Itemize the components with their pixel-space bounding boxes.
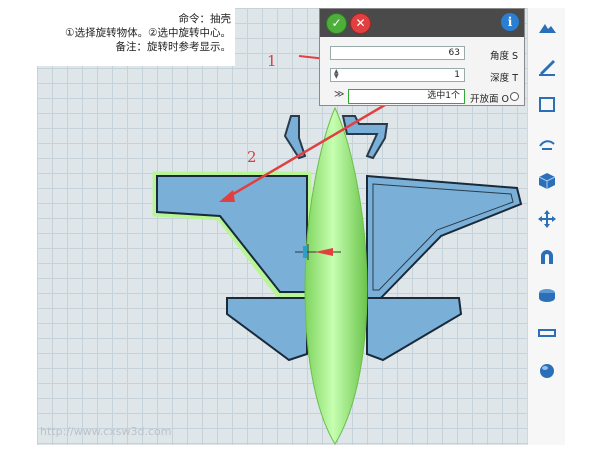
command-steps: ①选择旋转物体。②选中旋转中心。 — [65, 27, 231, 39]
open-face-row: ≫ 选中1个 开放面 O — [320, 88, 524, 106]
magnet-icon[interactable] — [534, 244, 560, 270]
open-face-label: 开放面 O — [470, 94, 509, 105]
angle-row: 63 角度 S — [320, 45, 524, 63]
annotation-label-2: 2 — [247, 148, 257, 166]
shell-command-panel: ✓ ✕ i 63 角度 S 1 ▲ ▼ 深度 T ≫ 选中1个 开放面 O — [319, 8, 525, 106]
right-toolbar — [527, 8, 565, 445]
panel-header: ✓ ✕ i — [320, 9, 524, 37]
depth-spinner-icon[interactable]: ▲ ▼ — [334, 69, 340, 80]
transform-icon[interactable] — [534, 206, 560, 232]
depth-label: 深度 T — [490, 73, 518, 84]
sketch-edit-icon[interactable] — [534, 92, 560, 118]
combine-icon[interactable] — [534, 282, 560, 308]
fuselage[interactable] — [304, 106, 368, 445]
watermark: http://www.cxsw3d.com — [40, 425, 172, 438]
annotation-label-1: 1 — [267, 52, 277, 70]
depth-row: 1 ▲ ▼ 深度 T — [320, 67, 524, 85]
help-icon[interactable]: i — [501, 13, 519, 31]
solid-icon[interactable] — [534, 168, 560, 194]
chevron-down-icon[interactable]: ≫ — [334, 89, 344, 100]
3d-sketch-icon[interactable] — [534, 130, 560, 156]
sketch-tool-icon[interactable] — [534, 54, 560, 80]
cancel-button[interactable]: ✕ — [350, 13, 371, 34]
depth-input[interactable]: 1 — [330, 68, 465, 82]
right-tail[interactable] — [366, 297, 463, 362]
command-info-box: 命令：抽壳 ①选择旋转物体。②选中旋转中心。 备注：旋转时参考显示。 — [37, 8, 235, 66]
open-face-selection[interactable]: 选中1个 — [348, 89, 465, 104]
measure-icon[interactable] — [534, 320, 560, 346]
angle-label: 角度 S — [489, 51, 518, 62]
material-icon[interactable] — [534, 358, 560, 384]
command-title: 命令：抽壳 — [178, 13, 232, 25]
primitive-tool-icon[interactable] — [534, 16, 560, 42]
left-canard[interactable] — [283, 115, 307, 160]
command-note: 备注：旋转时参考显示。 — [115, 41, 232, 53]
right-wing[interactable] — [366, 174, 523, 303]
confirm-button[interactable]: ✓ — [326, 13, 347, 34]
left-tail[interactable] — [226, 297, 308, 362]
rotation-center[interactable] — [303, 246, 307, 258]
open-face-radio[interactable] — [510, 92, 519, 101]
angle-input[interactable]: 63 — [330, 46, 465, 60]
